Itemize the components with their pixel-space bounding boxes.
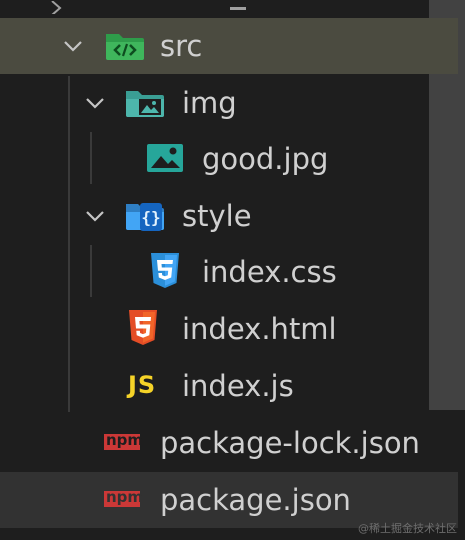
tree-item-label: style xyxy=(182,199,252,233)
chevron-down-icon[interactable] xyxy=(62,35,84,57)
tree-item-src[interactable]: src xyxy=(0,18,458,74)
tree-item-good-jpg[interactable]: good.jpg xyxy=(0,131,458,187)
folder-src-icon xyxy=(106,34,144,60)
css3-file-icon xyxy=(151,253,179,288)
tree-item-label: img xyxy=(182,86,237,120)
tree-item-label: good.jpg xyxy=(202,142,329,176)
folder-css-icon: {} xyxy=(126,203,164,231)
image-file-icon xyxy=(147,144,183,172)
chevron-down-icon[interactable] xyxy=(84,92,106,114)
tree-item-img[interactable]: img xyxy=(0,75,458,131)
tree-item-label: index.html xyxy=(182,312,337,346)
tree-item-index-js[interactable]: JS index.js xyxy=(0,358,458,414)
tree-item-label: package-lock.json xyxy=(160,426,420,460)
tree-item-style[interactable]: {} style xyxy=(0,188,458,244)
chevron-down-icon[interactable] xyxy=(84,205,106,227)
clipped-row-above xyxy=(0,0,458,14)
file-explorer-tree: src img good.jpg {} style index.css inde… xyxy=(0,0,465,540)
javascript-file-icon: JS xyxy=(128,371,157,399)
tree-item-label: package.json xyxy=(160,483,351,517)
tree-item-index-css[interactable]: index.css xyxy=(0,244,458,300)
tree-item-package-lock-json[interactable]: npm package-lock.json xyxy=(0,415,458,471)
folder-images-icon xyxy=(126,91,164,117)
svg-text:{}: {} xyxy=(141,208,160,227)
npm-icon-text: npm xyxy=(106,431,144,449)
npm-file-icon: npm xyxy=(104,431,144,450)
watermark: @稀土掘金技术社区 xyxy=(358,522,457,535)
tree-item-label: index.css xyxy=(202,255,337,289)
npm-file-icon: npm xyxy=(104,488,144,507)
npm-icon-text: npm xyxy=(106,488,144,506)
tree-item-index-html[interactable]: index.html xyxy=(0,301,458,357)
tree-item-label: index.js xyxy=(182,369,294,403)
tree-item-label: src xyxy=(160,29,203,63)
html5-file-icon xyxy=(129,310,157,345)
